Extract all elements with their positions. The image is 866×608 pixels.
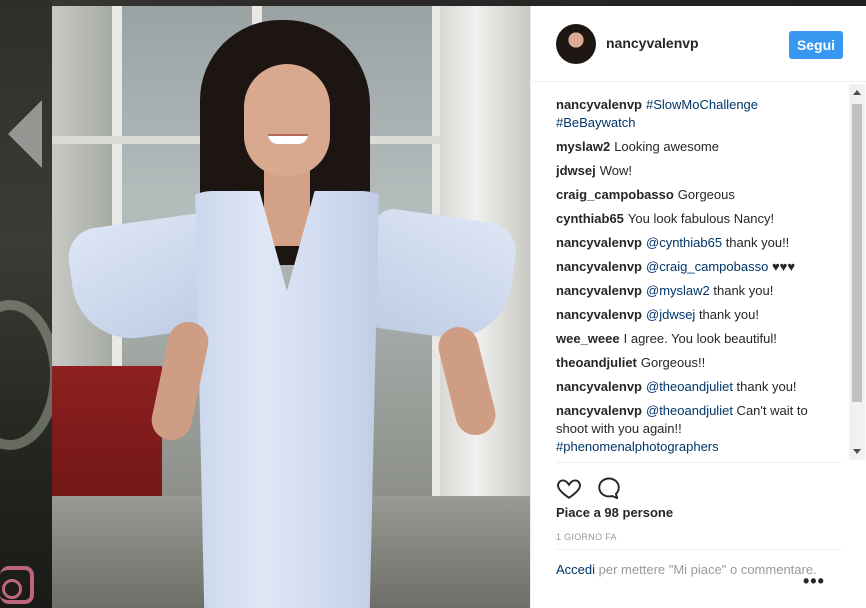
comment-text: You look fabulous Nancy! [627, 211, 775, 226]
comments-list: nancyvalenvp #SlowMoChallenge #BeBaywatch… [556, 96, 826, 464]
comment-username[interactable]: nancyvalenvp [556, 259, 642, 274]
comment-username[interactable]: nancyvalenvp [556, 235, 642, 250]
list-item: wee_weee I agree. You look beautiful! [556, 330, 826, 348]
list-item: craig_campobasso Gorgeous [556, 186, 826, 204]
photo-subject-smile [268, 134, 308, 144]
comment-text: thank you! [695, 307, 759, 322]
login-link[interactable]: Accedi [556, 562, 595, 577]
list-item: jdwsej Wow! [556, 162, 826, 180]
scrollbar-thumb[interactable] [852, 104, 862, 402]
list-item: nancyvalenvp @jdwsej thank you! [556, 306, 826, 324]
comment-username[interactable]: nancyvalenvp [556, 379, 642, 394]
comment-text: Gorgeous [677, 187, 735, 202]
comment-username[interactable]: cynthiab65 [556, 211, 624, 226]
comment-username[interactable]: nancyvalenvp [556, 97, 642, 112]
comment-text: Gorgeous!! [640, 355, 706, 370]
list-item: nancyvalenvp @theoandjuliet thank you! [556, 378, 826, 396]
login-prompt-text: per mettere "Mi piace" o commentare. [598, 562, 817, 577]
comment-mention[interactable]: @theoandjuliet [646, 403, 733, 418]
post-side-panel: nancyvalenvp Segui nancyvalenvp #SlowMoCh… [530, 6, 866, 608]
comment-text: Wow! [599, 163, 633, 178]
post-timestamp[interactable]: 1 GIORNO FA [556, 532, 617, 542]
list-item: myslaw2 Looking awesome [556, 138, 826, 156]
comment-mention[interactable]: @jdwsej [646, 307, 695, 322]
comment-username[interactable]: theoandjuliet [556, 355, 637, 370]
comment-mention[interactable]: @craig_campobasso [646, 259, 768, 274]
post-header: nancyvalenvp Segui [531, 6, 866, 82]
comment-mention[interactable]: @cynthiab65 [646, 235, 722, 250]
list-item: nancyvalenvp @craig_campobasso ♥♥♥ [556, 258, 826, 276]
scroll-down-arrow-icon[interactable] [853, 449, 861, 454]
likes-count[interactable]: Piace a 98 persone [556, 505, 673, 520]
list-item: nancyvalenvp @theoandjuliet Can't wait to… [556, 402, 826, 456]
list-item: nancyvalenvp @cynthiab65 thank you!! [556, 234, 826, 252]
photo-subject-face [244, 64, 330, 176]
comments-scrollbar[interactable] [849, 84, 865, 460]
comment-username[interactable]: nancyvalenvp [556, 307, 642, 322]
header-username[interactable]: nancyvalenvp [606, 35, 699, 51]
scroll-up-arrow-icon[interactable] [853, 90, 861, 95]
comment-username[interactable]: nancyvalenvp [556, 403, 642, 418]
avatar[interactable] [556, 24, 596, 64]
comment-bubble-icon[interactable] [596, 475, 622, 501]
heart-icon[interactable] [556, 475, 582, 501]
comment-text: I agree. You look beautiful! [623, 331, 777, 346]
comment-text: thank you! [709, 283, 774, 298]
comment-text: thank you! [732, 379, 797, 394]
login-prompt: Accedi per mettere "Mi piace" o commenta… [556, 549, 842, 579]
comment-text: ♥♥♥ [768, 259, 796, 274]
comment-text: thank you!! [722, 235, 790, 250]
follow-button[interactable]: Segui [789, 31, 843, 59]
comment-mention[interactable]: @myslaw2 [646, 283, 710, 298]
comment-text: Looking awesome [614, 139, 719, 154]
list-item: cynthiab65 You look fabulous Nancy! [556, 210, 826, 228]
instagram-logo-icon [0, 566, 34, 604]
comment-mention[interactable]: @theoandjuliet [646, 379, 733, 394]
previous-post-arrow-icon[interactable] [8, 100, 42, 168]
more-options-icon[interactable]: ••• [803, 571, 825, 592]
background-logo-ring [0, 300, 60, 450]
list-item: nancyvalenvp @myslaw2 thank you! [556, 282, 826, 300]
comment-username[interactable]: nancyvalenvp [556, 283, 642, 298]
comment-username[interactable]: myslaw2 [556, 139, 610, 154]
comment-username[interactable]: jdwsej [556, 163, 596, 178]
comment-username[interactable]: craig_campobasso [556, 187, 674, 202]
comment-hashtag[interactable]: #phenomenalphotographers [556, 439, 719, 454]
post-modal: nancyvalenvp Segui nancyvalenvp #SlowMoCh… [52, 6, 866, 608]
comment-username[interactable]: wee_weee [556, 331, 620, 346]
background-page [0, 0, 60, 608]
post-photo[interactable] [52, 6, 530, 608]
list-item: nancyvalenvp #SlowMoChallenge #BeBaywatch [556, 96, 826, 132]
list-item: theoandjuliet Gorgeous!! [556, 354, 826, 372]
